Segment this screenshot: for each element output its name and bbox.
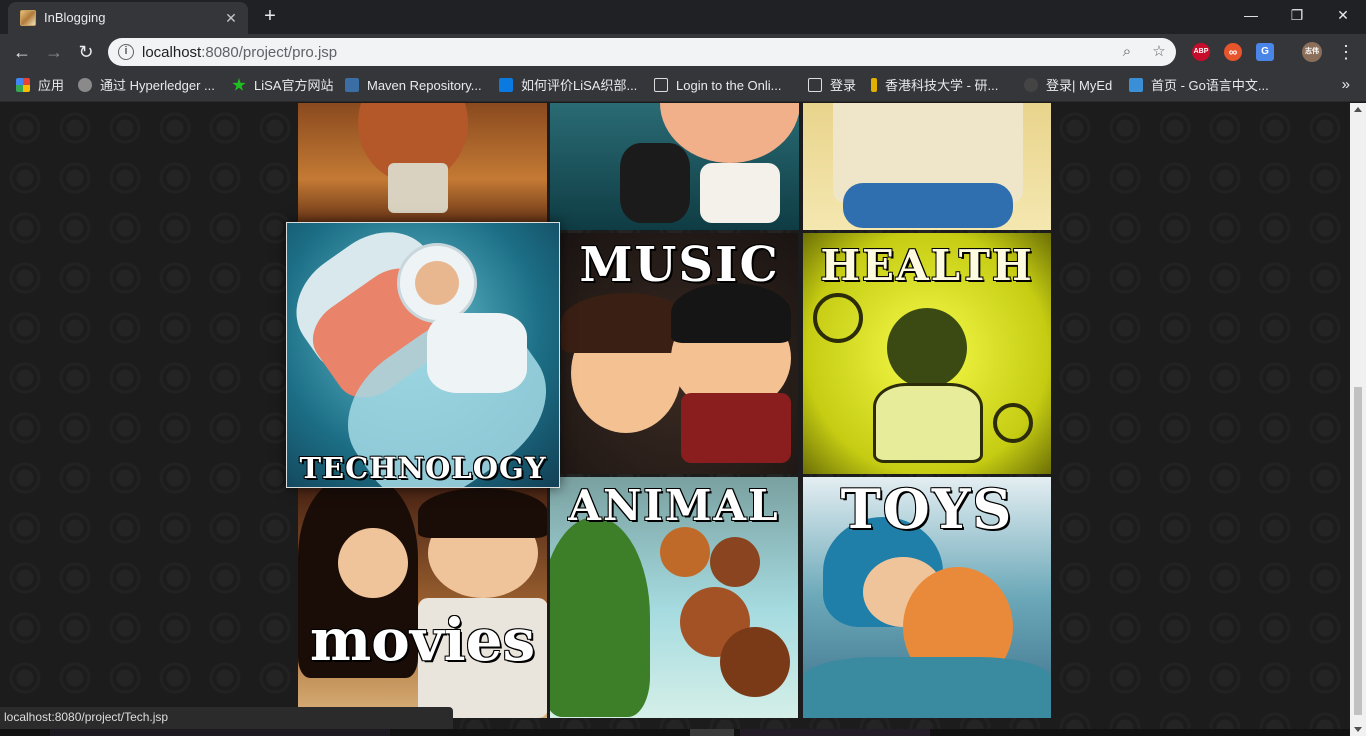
page-viewport: MUSIC HEALTH movies ANIMAL TOYS TECHNOLO… (0, 103, 1350, 736)
tile-top-left[interactable] (298, 103, 547, 230)
tile-label-animal: ANIMAL (568, 481, 780, 530)
tile-animal[interactable]: ANIMAL (550, 477, 798, 718)
face-shape (338, 528, 408, 598)
astronaut-suit (427, 313, 527, 393)
url-text[interactable]: localhost:8080/project/pro.jsp (142, 44, 337, 61)
myed-icon (1024, 78, 1038, 92)
bookmark-star-icon[interactable]: ☆ (1150, 43, 1168, 61)
site-favicon-icon (20, 10, 36, 26)
hkust-icon (871, 78, 877, 92)
child-head (660, 527, 710, 577)
menu-icon[interactable]: ⋮ (1334, 40, 1358, 64)
shirt-shape (681, 393, 791, 463)
bookmark-hkust[interactable]: 香港科技大学 - 研... (871, 77, 998, 95)
tile-label-toys: TOYS (840, 477, 1014, 541)
status-bar-url: localhost:8080/project/Tech.jsp (0, 707, 453, 729)
scroll-up-arrow-icon[interactable] (1354, 107, 1362, 112)
infinity-icon[interactable]: ∞ (1224, 43, 1242, 61)
bookmark-maven[interactable]: Maven Repository... (345, 77, 482, 95)
os-taskbar (0, 729, 1350, 736)
character-body (873, 383, 983, 463)
page-icon (654, 78, 668, 92)
close-tab-icon[interactable]: ✕ (222, 9, 240, 27)
bookmark-lisa[interactable]: LiSA官方网站 (232, 77, 333, 95)
new-tab-button[interactable]: + (259, 6, 281, 28)
hyperledger-icon (78, 78, 92, 92)
reload-button[interactable]: ↻ (74, 40, 98, 64)
zhihu-icon (499, 78, 513, 92)
tile-technology[interactable]: TECHNOLOGY (286, 222, 560, 488)
address-bar[interactable]: i localhost:8080/project/pro.jsp ⌕ ☆ (108, 38, 1176, 66)
scrollbar-thumb[interactable] (1354, 387, 1362, 715)
maven-icon (345, 78, 359, 92)
tile-health[interactable]: HEALTH (803, 233, 1051, 474)
tile-label-music: MUSIC (579, 237, 780, 293)
taskbar-segment (50, 729, 390, 736)
child-head (710, 537, 760, 587)
bookmark-apps[interactable]: 应用 (16, 77, 64, 95)
zoom-icon[interactable]: ⌕ (1118, 43, 1136, 61)
shirt-shape (700, 163, 780, 223)
back-button[interactable]: ← (10, 40, 34, 64)
star-icon (232, 78, 246, 91)
bookmark-golang[interactable]: 首页 - Go语言中文... (1129, 77, 1269, 95)
virus-shape (813, 293, 863, 343)
tile-toys[interactable]: TOYS (803, 477, 1051, 718)
bookmark-zhihu[interactable]: 如何评价LiSA织部... (499, 77, 637, 95)
tile-music[interactable]: MUSIC (561, 233, 798, 474)
translate-icon[interactable]: G (1256, 43, 1274, 61)
tile-label-technology: TECHNOLOGY (299, 451, 547, 485)
bookmark-myed[interactable]: 登录| MyEd (1024, 77, 1112, 95)
site-info-icon[interactable]: i (118, 44, 134, 60)
bookmark-login-online[interactable]: Login to the Onli... (654, 77, 782, 95)
bookmarks-bar: 应用 通过 Hyperledger ... LiSA官方网站 Maven Rep… (0, 70, 1366, 102)
astronaut-face (415, 261, 459, 305)
minimize-button[interactable]: — (1228, 0, 1274, 30)
camera-shape (388, 163, 448, 213)
browser-toolbar: ← → ↻ i localhost:8080/project/pro.jsp ⌕… (0, 34, 1366, 70)
tile-label-movies: movies (309, 606, 536, 674)
abp-icon[interactable]: ABP (1192, 43, 1210, 61)
page-icon (808, 78, 822, 92)
page-scrollbar[interactable] (1350, 103, 1366, 736)
dinosaur-shape (550, 517, 650, 717)
character-head (887, 308, 967, 388)
legs-shape (843, 183, 1013, 228)
child-head (720, 627, 790, 697)
taskbar-segment (740, 729, 930, 736)
trophy-shape (620, 143, 690, 223)
bookmark-hyperledger[interactable]: 通过 Hyperledger ... (78, 77, 215, 95)
tile-top-right[interactable] (803, 103, 1051, 230)
tile-top-middle[interactable] (550, 103, 799, 230)
go-icon (1129, 78, 1143, 92)
tile-movies[interactable]: movies (298, 488, 547, 718)
bookmark-login[interactable]: 登录 (808, 77, 856, 95)
apps-grid-icon (16, 78, 30, 92)
hair-shape (418, 488, 547, 538)
forward-button[interactable]: → (42, 40, 66, 64)
blanket-shape (803, 657, 1051, 718)
avatar[interactable]: 志伟 (1302, 42, 1322, 62)
tab-title: InBlogging (44, 10, 106, 25)
browser-tab[interactable]: InBlogging ✕ (8, 2, 248, 34)
close-window-button[interactable]: ✕ (1320, 0, 1366, 30)
scroll-down-arrow-icon[interactable] (1354, 727, 1362, 732)
more-bookmarks-icon[interactable]: » (1342, 76, 1350, 93)
title-bar: InBlogging ✕ + — ❐ ✕ (0, 0, 1366, 34)
virus-shape (993, 403, 1033, 443)
taskbar-segment (690, 729, 734, 736)
restore-button[interactable]: ❐ (1274, 0, 1320, 30)
tile-label-health: HEALTH (820, 241, 1034, 290)
